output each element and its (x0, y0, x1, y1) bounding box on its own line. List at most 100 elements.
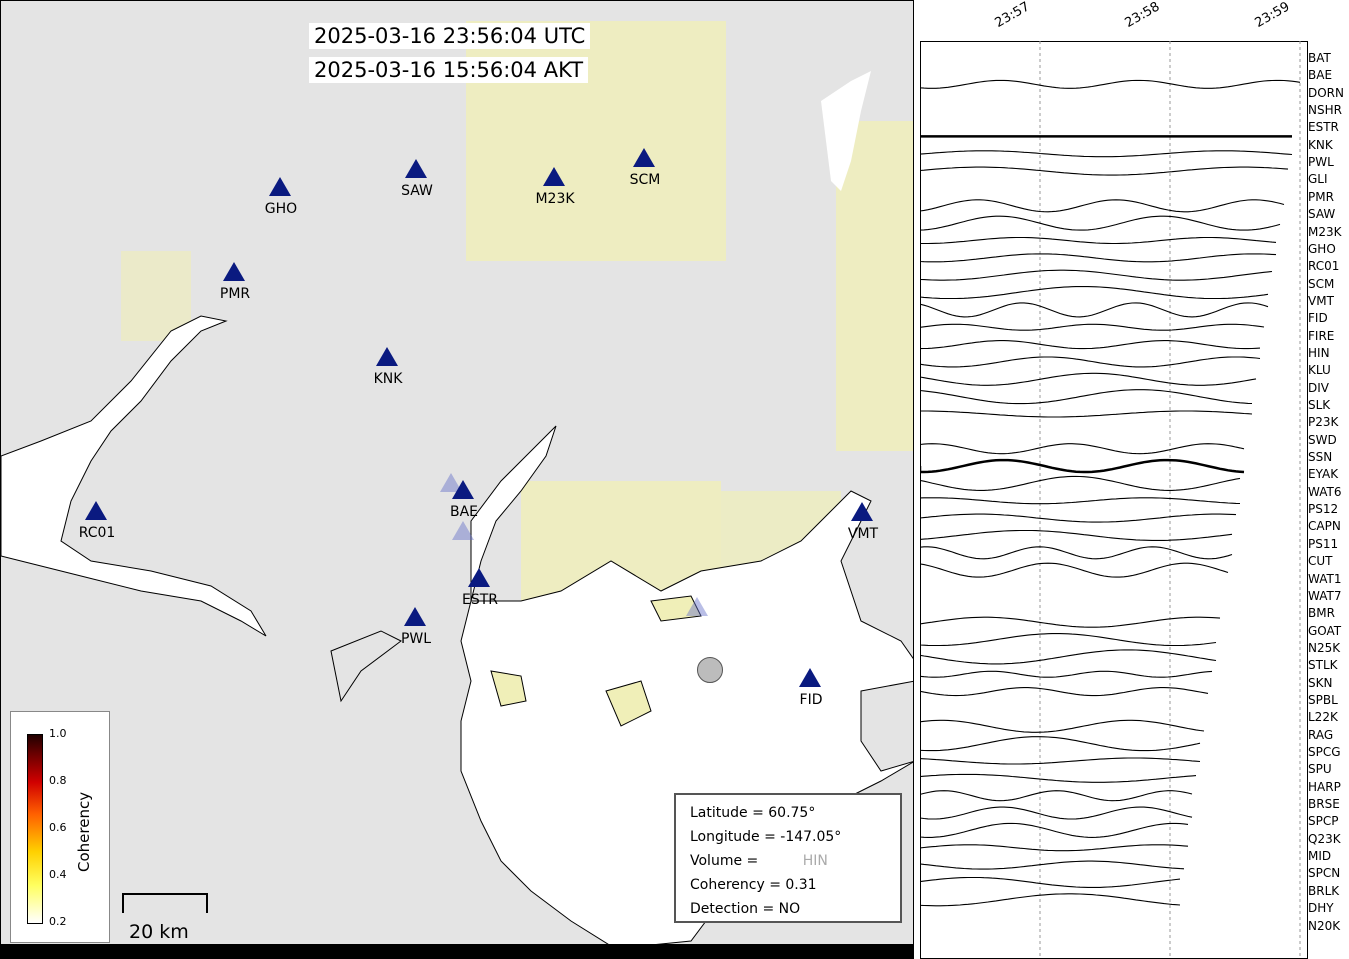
waveform-trace (920, 166, 1289, 176)
colorbar-legend: 1.0 0.8 0.6 0.4 0.2 Coherency (10, 711, 110, 943)
waveform-trace (920, 340, 1261, 350)
station-trace-label: BAT (1308, 51, 1331, 65)
waveform-trace (920, 876, 1181, 888)
station-trace-label: WAT7 (1308, 588, 1342, 603)
station-trace-label: SPBL (1308, 692, 1338, 707)
triangle-icon (85, 501, 107, 520)
info-latitude: Latitude = 60.75° (690, 805, 816, 821)
station-trace-label: FIRE (1308, 328, 1335, 343)
triangle-icon (404, 607, 426, 626)
station-label: BAE (449, 504, 479, 520)
station-label: M23K (535, 191, 575, 207)
station-trace-label: VMT (1308, 293, 1334, 308)
station-trace-label: SAW (1308, 207, 1336, 222)
station-trace-label: GOAT (1308, 623, 1342, 638)
waveform-trace (920, 199, 1285, 213)
waveform-trace (920, 529, 1233, 541)
station-trace-label: CAPN (1308, 519, 1341, 534)
station-label: SAW (401, 183, 433, 199)
triangle-icon (799, 668, 821, 687)
waveform-trace (920, 736, 1201, 752)
colorbar-tick: 0.2 (49, 915, 67, 928)
station-trace-label: DHY (1308, 901, 1334, 916)
waveform-trace (920, 302, 1269, 318)
info-volume-station: HIN (802, 853, 828, 869)
station-label: PMR (219, 286, 251, 302)
station-trace-label: RC01 (1308, 259, 1340, 274)
scale-bar-line (122, 893, 208, 913)
station-trace-label: BAE (1308, 68, 1333, 83)
waveform-trace (920, 757, 1201, 765)
station-trace-label: WAT6 (1308, 484, 1342, 499)
waveform-trace (920, 562, 1229, 578)
station-label: FID (799, 692, 823, 708)
station-trace-label: PMR (1308, 189, 1334, 204)
waveform-trace (920, 893, 1181, 907)
station-trace-label: EYAK (1308, 467, 1339, 482)
waveform-trace (920, 773, 1197, 783)
info-coherency: Coherency = 0.31 (690, 877, 817, 893)
waveform-trace (920, 670, 1213, 678)
waveform-trace (920, 269, 1273, 281)
station-label: SCM (629, 172, 661, 188)
waveform-trace (920, 790, 1193, 802)
station-trace-label: NSHR (1308, 103, 1342, 118)
station-trace-label: KNK (1308, 137, 1333, 152)
time-tick-label: 23:58 (1122, 0, 1163, 32)
waveform-trace (920, 649, 1217, 665)
station-trace-label: KLU (1308, 363, 1331, 378)
triangle-icon (452, 521, 474, 540)
waveform-trace (920, 286, 1269, 300)
waveform-trace (920, 860, 1185, 870)
waveform-trace (920, 616, 1221, 628)
station-trace-label: CUT (1308, 554, 1333, 569)
station-label: GHO (264, 201, 298, 217)
waveform-trace (920, 513, 1237, 523)
triangle-icon (452, 480, 474, 499)
scale-bar: 20 km (119, 889, 209, 943)
station-trace-label: SCM (1308, 276, 1335, 291)
station-trace-label: SWD (1308, 432, 1337, 447)
triangle-icon (223, 262, 245, 281)
info-volume: Volume = HIN (690, 849, 886, 873)
map-panel[interactable]: 2025-03-16 23:56:04 UTC 2025-03-16 15:56… (0, 0, 914, 945)
time-tick-label: 23:57 (992, 0, 1033, 32)
waveform-trace (920, 150, 1293, 158)
station-trace-label: HIN (1308, 345, 1330, 360)
triangle-icon (543, 167, 565, 186)
colorbar-tick: 0.6 (49, 821, 67, 834)
station-trace-label: GHO (1308, 241, 1336, 256)
triangle-icon (633, 148, 655, 167)
station-trace-label: L22K (1308, 710, 1338, 725)
station-trace-label: FID (1308, 311, 1328, 326)
station-trace-label: RAG (1308, 727, 1334, 742)
triangle-icon (686, 597, 708, 616)
waveform-trace (920, 633, 1217, 647)
info-volume-label: Volume = (690, 853, 759, 869)
station-label: ESTR (461, 592, 498, 608)
triangle-icon (405, 159, 427, 178)
colorbar-tick: 0.8 (49, 774, 67, 787)
waveform-trace (920, 806, 1193, 820)
waveform-trace (920, 822, 1189, 838)
station-trace-label: WAT1 (1308, 571, 1342, 586)
target-location-marker[interactable] (697, 657, 723, 683)
waveform-trace (920, 458, 1245, 474)
waveform-trace (920, 443, 1245, 455)
station-trace-label: MID (1308, 849, 1332, 864)
time-tick-label: 23:59 (1252, 0, 1293, 32)
colorbar-tick: 0.4 (49, 868, 67, 881)
station-trace-label: SLK (1308, 398, 1331, 412)
colorbar-title: Coherency (75, 791, 93, 872)
triangle-icon (468, 568, 490, 587)
waveform-trace (920, 844, 1189, 852)
bottom-bar (0, 945, 914, 959)
station-trace-label: PS11 (1308, 536, 1339, 551)
station-trace-label: PS12 (1308, 502, 1339, 517)
waveform-trace (920, 389, 1253, 405)
station-trace-label: P23K (1308, 415, 1339, 430)
waveform-trace (920, 79, 1301, 89)
station-trace-label: SSN (1308, 450, 1333, 465)
akt-time-label: 2025-03-16 15:56:04 AKT (309, 57, 589, 83)
waveform-trace (920, 323, 1265, 331)
